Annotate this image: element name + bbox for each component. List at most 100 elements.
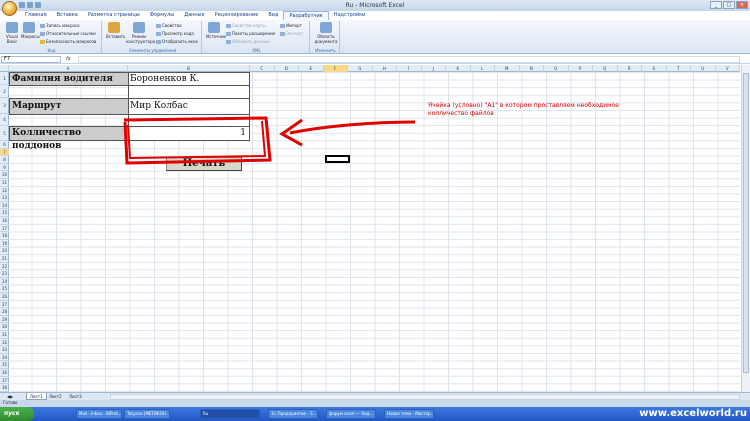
row-header[interactable]: 23 [0, 270, 9, 278]
row-header[interactable]: 20 [0, 247, 9, 255]
row-header[interactable]: 14 [0, 202, 9, 210]
row-header[interactable]: 19 [0, 240, 9, 248]
source-button[interactable]: Источник [206, 22, 226, 39]
visual-basic-button[interactable]: Visual Basic [4, 22, 20, 44]
row-header[interactable]: 30 [0, 323, 9, 331]
row-header[interactable]: 18 [0, 232, 9, 240]
sheet-tab-1[interactable]: Лист1 [26, 393, 47, 400]
column-header[interactable]: J [422, 65, 446, 72]
row-header[interactable]: 17 [0, 225, 9, 233]
row-header[interactable]: 38 [0, 384, 9, 392]
column-header[interactable]: Q [593, 65, 618, 72]
map-properties-button[interactable]: Свойства карты [226, 23, 266, 28]
driver-label-cell[interactable]: Фамилия водителя [9, 72, 129, 86]
tab-view[interactable]: Вид [263, 11, 283, 20]
column-header[interactable]: P [569, 65, 593, 72]
sheet-tab-3[interactable]: Лист3 [66, 393, 85, 400]
driver-value-cell[interactable]: Бороненков К. [128, 72, 250, 86]
row-header[interactable]: 8 [0, 156, 9, 164]
row-header[interactable]: 10 [0, 171, 9, 179]
column-header[interactable]: O [544, 65, 569, 72]
row-header[interactable]: 16 [0, 217, 9, 225]
row-header[interactable]: 1 [0, 72, 9, 85]
relative-refs-button[interactable]: Относительные ссылки [40, 31, 96, 36]
column-header[interactable]: I [397, 65, 422, 72]
column-header[interactable]: F [323, 65, 348, 72]
tab-insert[interactable]: Вставка [52, 11, 83, 20]
row-header[interactable]: 5 [0, 126, 9, 141]
tab-addins[interactable]: Надстройки [329, 11, 371, 20]
tab-home[interactable]: Главная [20, 11, 52, 20]
taskbar-item-browser[interactable]: форум excel — Янд... [326, 409, 376, 419]
macro-security-button[interactable]: Безопасность макросов [40, 39, 96, 44]
row-header[interactable]: 25 [0, 285, 9, 293]
column-header[interactable]: K [446, 65, 471, 72]
taskbar-item-mail[interactable]: Mail - Inbox - IBProt... [76, 409, 122, 419]
name-box[interactable]: F7 [1, 56, 61, 63]
select-all-corner[interactable] [0, 65, 9, 72]
document-panel-button[interactable]: Область документа [314, 22, 338, 44]
column-header[interactable]: T [667, 65, 691, 72]
column-header[interactable]: D [275, 65, 299, 72]
column-header[interactable]: N [520, 65, 544, 72]
taskbar-item-new-topic[interactable]: Новая тема - Мастер... [384, 409, 434, 419]
row-header[interactable]: 32 [0, 339, 9, 347]
row-header[interactable]: 31 [0, 331, 9, 339]
taskbar-item-chat[interactable]: Tatyana [МЕТИКОН... [124, 409, 170, 419]
refresh-data-button[interactable]: Обновить данные [226, 39, 270, 44]
column-header[interactable]: V [716, 65, 740, 72]
column-header[interactable]: U [691, 65, 716, 72]
tab-formulas[interactable]: Формулы [145, 11, 179, 20]
print-button[interactable]: Печать [166, 157, 242, 171]
column-header[interactable]: R [618, 65, 642, 72]
column-header[interactable]: M [495, 65, 520, 72]
tab-page-layout[interactable]: Разметка страницы [83, 11, 145, 20]
row-header[interactable]: 21 [0, 255, 9, 263]
row-header[interactable]: 13 [0, 194, 9, 202]
row-header[interactable]: 22 [0, 263, 9, 271]
view-code-button[interactable]: Просмотр кода [156, 31, 194, 36]
column-header[interactable]: S [642, 65, 667, 72]
row-header[interactable]: 9 [0, 164, 9, 172]
taskbar-item-1c[interactable]: 1С:Предприятие - З... [268, 409, 318, 419]
scroll-thumb[interactable] [743, 73, 749, 373]
sheet-tab-2[interactable]: Лист2 [46, 393, 65, 400]
active-cell-f7[interactable] [325, 155, 350, 163]
row-header[interactable]: 11 [0, 179, 9, 187]
start-button[interactable]: пуск [0, 407, 34, 421]
column-header[interactable]: G [348, 65, 373, 72]
row-header[interactable]: 27 [0, 301, 9, 309]
export-button[interactable]: Экспорт [280, 31, 303, 36]
maximize-button[interactable]: □ [723, 1, 735, 9]
row-header[interactable]: 37 [0, 377, 9, 385]
minimize-button[interactable]: _ [710, 1, 722, 9]
macros-button[interactable]: Макросы [21, 22, 40, 39]
empty-cell-b2[interactable] [128, 85, 250, 99]
column-header[interactable]: B [128, 65, 250, 72]
tab-review[interactable]: Рецензирование [210, 11, 264, 20]
office-button[interactable] [2, 1, 17, 16]
row-header[interactable]: 36 [0, 369, 9, 377]
column-header[interactable]: E [299, 65, 324, 72]
insert-control-button[interactable]: Вставить [106, 22, 125, 39]
route-label-cell[interactable]: Маршрут [9, 98, 129, 115]
record-macro-button[interactable]: Запись макроса [40, 23, 80, 28]
route-value-cell[interactable]: Мир Колбас [128, 98, 250, 115]
taskbar-item-excel[interactable]: Ru [200, 409, 260, 419]
pallets-value-cell[interactable]: 1 [128, 126, 250, 141]
row-header[interactable]: 28 [0, 308, 9, 316]
expansion-packs-button[interactable]: Пакеты расширения [226, 31, 275, 36]
row-header[interactable]: 3 [0, 98, 9, 114]
row-header[interactable]: 29 [0, 316, 9, 324]
tab-data[interactable]: Данные [179, 11, 210, 20]
row-header[interactable]: 12 [0, 187, 9, 195]
import-button[interactable]: Импорт [280, 23, 302, 28]
column-header[interactable]: H [373, 65, 397, 72]
fx-icon[interactable]: fx [66, 56, 71, 62]
pallets-label-cell[interactable]: Колличество поддонов [9, 126, 129, 151]
row-header[interactable]: 24 [0, 278, 9, 286]
tab-developer[interactable]: Разработчик [283, 11, 329, 20]
row-header[interactable]: 2 [0, 85, 9, 98]
sheet-nav-icon[interactable]: ◀▶ [4, 393, 16, 400]
run-dialog-button[interactable]: Отобразить окно [156, 39, 198, 44]
